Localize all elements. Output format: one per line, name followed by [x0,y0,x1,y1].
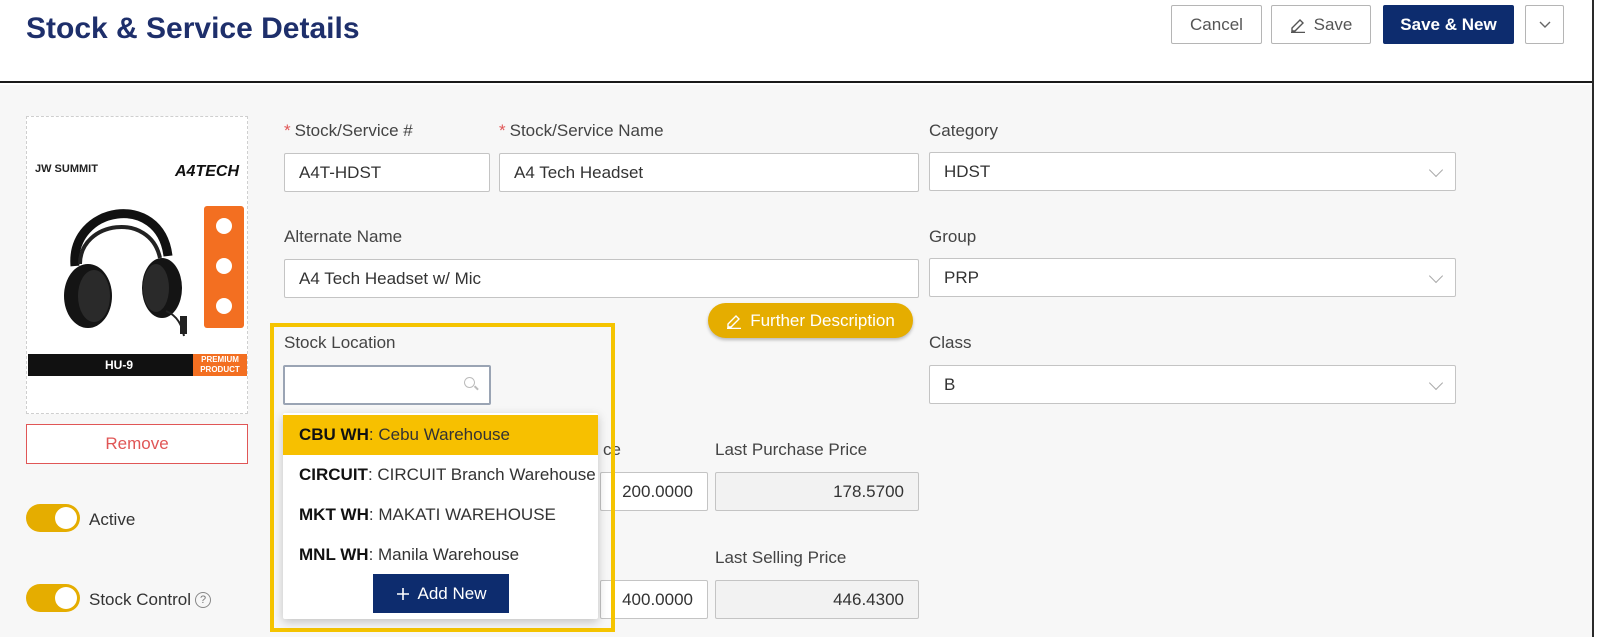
option-code: CIRCUIT [299,465,368,484]
add-new-label: Add New [417,583,487,603]
last-purchase-price-label: Last Purchase Price [715,440,868,459]
stock-name-label: Stock/Service Name [509,121,664,140]
group-value: PRP [944,267,979,287]
required-marker: * [284,121,291,140]
option-name: : Manila Warehouse [368,545,520,564]
alternate-name-label: Alternate Name [284,227,403,246]
chevron-down-icon [1428,268,1444,284]
stock-control-label: Stock Control [89,590,192,609]
stock-no-field[interactable]: A4T-HDST [284,153,490,192]
search-icon [464,377,475,388]
save-button[interactable]: Save [1271,5,1371,44]
stock-name-field[interactable]: A4 Tech Headset [499,153,919,192]
category-select[interactable]: HDST [929,152,1456,191]
group-label: Group [929,227,977,246]
stock-location-dropdown: CBU WH: Cebu Warehouse CIRCUIT: CIRCUIT … [283,413,598,619]
further-description-button[interactable]: Further Description [708,303,913,338]
feature-strip [204,206,244,328]
stock-location-search-input[interactable] [283,365,491,405]
required-marker: * [499,121,506,140]
chevron-down-icon [1428,375,1444,391]
remove-image-button[interactable]: Remove [26,424,248,464]
model-label: HU-9 [105,358,134,372]
alternate-name-field[interactable]: A4 Tech Headset w/ Mic [284,259,919,298]
cancel-button[interactable]: Cancel [1171,5,1262,44]
location-option-circuit[interactable]: CIRCUIT: CIRCUIT Branch Warehouse [283,455,598,495]
further-description-label: Further Description [750,310,895,330]
more-options-button[interactable] [1525,5,1564,44]
purchase-price-field[interactable]: 200.0000 [600,472,708,511]
location-option-cbu-wh[interactable]: CBU WH: Cebu Warehouse [283,415,598,455]
window-edge [1592,0,1594,637]
pencil-icon [1290,18,1305,33]
class-value: B [944,374,956,394]
help-icon[interactable]: ? [195,592,212,608]
feature-icon [216,298,232,314]
stock-no-label: Stock/Service # [294,121,413,140]
option-code: MKT WH [299,505,369,524]
save-button-label: Save [1313,14,1353,34]
plus-icon [396,587,409,600]
page-header: Stock & Service Details Cancel Save Save… [0,0,1592,83]
option-name: : Cebu Warehouse [368,425,511,444]
active-label: Active [89,510,136,529]
last-selling-price-field: 446.4300 [715,580,919,619]
selling-price-field[interactable]: 400.0000 [600,580,708,619]
option-name: : MAKATI WAREHOUSE [368,505,556,524]
chevron-down-icon [1539,21,1550,28]
headset-picture [64,209,187,337]
option-code: CBU WH [299,425,369,444]
stock-name-label-row: * Stock/Service Name [499,121,664,141]
page-title: Stock & Service Details [26,12,360,45]
stock-control-toggle[interactable] [26,584,80,612]
stock-control-row: Stock Control? [89,590,212,610]
brand-right-logo: A4TECH [174,163,239,180]
last-selling-price-label: Last Selling Price [715,548,847,567]
feature-icon [216,258,232,274]
category-label: Category [929,121,998,140]
add-new-location-button[interactable]: Add New [373,574,509,613]
category-value: HDST [944,161,991,181]
stock-no-label-row: * Stock/Service # [284,121,413,141]
option-name: : CIRCUIT Branch Warehouse [367,465,596,484]
brand-left-logo: JW SUMMIT [35,163,98,175]
active-toggle[interactable] [26,504,80,532]
chevron-down-icon [1428,162,1444,178]
location-option-mkt-wh[interactable]: MKT WH: MAKATI WAREHOUSE [283,495,598,535]
feature-icon [216,218,232,234]
product-image-box: JW SUMMIT A4TECH HU-9 PREMIUM PRODUCT [26,116,248,414]
product-image: JW SUMMIT A4TECH HU-9 PREMIUM PRODUCT [28,158,247,380]
last-purchase-price-field: 178.5700 [715,472,919,511]
group-select[interactable]: PRP [929,258,1456,297]
save-and-new-button[interactable]: Save & New [1383,5,1514,44]
pencil-icon [727,314,742,329]
class-select[interactable]: B [929,365,1456,404]
stock-location-label: Stock Location [284,333,396,352]
location-option-mnl-wh[interactable]: MNL WH: Manila Warehouse [283,535,598,575]
class-label: Class [929,333,972,352]
option-code: MNL WH [299,545,369,564]
premium-badge: PREMIUM PRODUCT [193,354,247,376]
